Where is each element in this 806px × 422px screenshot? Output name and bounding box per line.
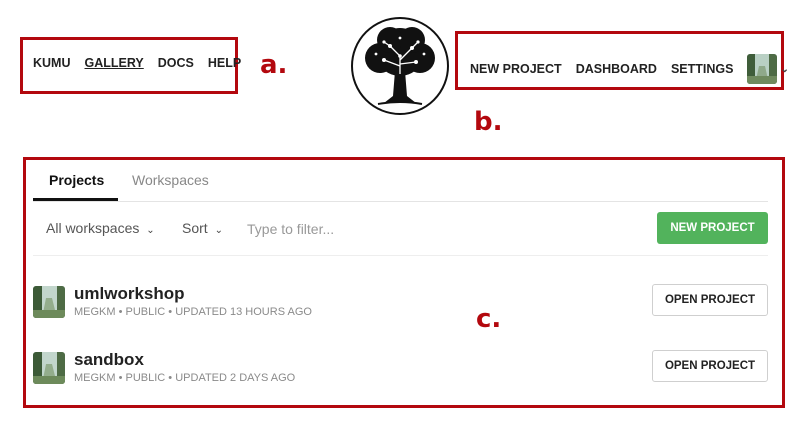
- nav-help[interactable]: HELP: [208, 56, 241, 70]
- nav-new-project[interactable]: NEW PROJECT: [470, 62, 562, 76]
- workspaces-dropdown[interactable]: All workspaces ⌄: [46, 220, 155, 236]
- project-row: umlworkshop MEGKM • PUBLIC • UPDATED 13 …: [33, 284, 768, 328]
- project-name[interactable]: sandbox: [74, 350, 144, 370]
- chevron-down-icon: ⌄: [214, 225, 223, 236]
- sort-dropdown-label: Sort: [182, 220, 208, 236]
- tree-logo-icon[interactable]: [350, 16, 450, 116]
- new-project-button[interactable]: NEW PROJECT: [657, 212, 768, 244]
- annotation-label-a: a.: [260, 50, 288, 80]
- project-meta: MEGKM • PUBLIC • UPDATED 13 HOURS AGO: [74, 306, 312, 318]
- main-nav: KUMU GALLERY DOCS HELP: [33, 56, 255, 70]
- sort-dropdown[interactable]: Sort ⌄: [182, 220, 223, 236]
- tab-workspaces[interactable]: Workspaces: [132, 172, 209, 188]
- project-meta: MEGKM • PUBLIC • UPDATED 2 DAYS AGO: [74, 372, 296, 384]
- project-thumbnail: [33, 286, 65, 318]
- open-project-button[interactable]: OPEN PROJECT: [652, 350, 768, 382]
- project-thumbnail: [33, 352, 65, 384]
- open-project-button[interactable]: OPEN PROJECT: [652, 284, 768, 316]
- nav-kumu[interactable]: KUMU: [33, 56, 71, 70]
- project-tabs: Projects Workspaces: [33, 163, 768, 202]
- nav-docs[interactable]: DOCS: [158, 56, 194, 70]
- account-menu[interactable]: ⌄: [747, 54, 789, 84]
- chevron-down-icon: ⌄: [780, 63, 789, 75]
- project-name[interactable]: umlworkshop: [74, 284, 185, 304]
- annotation-label-b: b.: [474, 107, 503, 137]
- filter-toolbar: All workspaces ⌄ Sort ⌄ NEW PROJECT: [33, 212, 768, 244]
- project-row: sandbox MEGKM • PUBLIC • UPDATED 2 DAYS …: [33, 350, 768, 394]
- chevron-down-icon: ⌄: [146, 225, 155, 236]
- avatar: [747, 54, 778, 84]
- nav-gallery[interactable]: GALLERY: [85, 56, 144, 70]
- nav-settings[interactable]: SETTINGS: [671, 62, 734, 76]
- divider: [33, 255, 768, 256]
- active-tab-indicator: [33, 198, 118, 201]
- nav-dashboard[interactable]: DASHBOARD: [576, 62, 657, 76]
- filter-input[interactable]: [245, 216, 469, 242]
- tab-projects[interactable]: Projects: [49, 172, 104, 188]
- workspaces-dropdown-label: All workspaces: [46, 220, 140, 236]
- account-nav: NEW PROJECT DASHBOARD SETTINGS ⌄: [470, 54, 789, 84]
